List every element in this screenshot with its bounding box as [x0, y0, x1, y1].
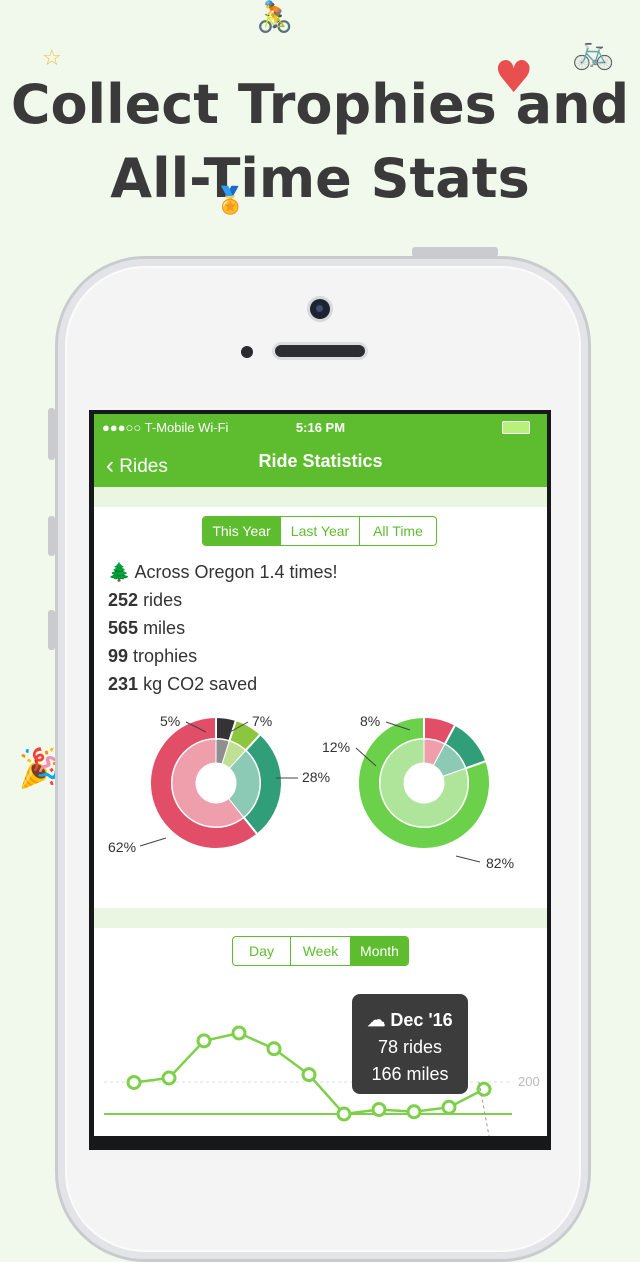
pie-hole: [404, 763, 444, 803]
miles-label: miles: [143, 618, 186, 638]
page-title: Ride Statistics: [258, 451, 383, 471]
pie-label-leader: [455, 855, 481, 863]
line-point: [266, 1041, 282, 1057]
line-point: [371, 1102, 387, 1117]
stat-headline: 🌲 Across Oregon 1.4 times!: [108, 562, 338, 583]
pie-label: 82%: [486, 855, 514, 871]
tooltip-title: Dec '16: [390, 1010, 453, 1030]
tab-month[interactable]: Month: [350, 937, 408, 965]
period-segmented-control: This Year Last Year All Time: [202, 516, 437, 546]
headline-line2: All-Time Stats: [110, 147, 530, 210]
trophies-label: trophies: [133, 646, 198, 666]
rides-label: rides: [143, 590, 183, 610]
pie-label: 5%: [160, 713, 180, 729]
co2-label: kg CO2 saved: [143, 674, 258, 694]
tab-last-year[interactable]: Last Year: [280, 517, 359, 545]
tab-this-year[interactable]: This Year: [203, 517, 280, 545]
proximity-sensor: [241, 346, 253, 358]
pie-label: 62%: [108, 839, 136, 855]
line-point: [441, 1099, 457, 1115]
volume-down-button: [48, 610, 55, 650]
battery-icon: [502, 421, 530, 434]
reference-label: 200: [518, 1074, 540, 1089]
star-icon: ☆: [42, 46, 62, 71]
bicycle-icon: 🚴: [256, 0, 294, 35]
charts-svg: 62% 28% 7% 5% 82% 12% 8%: [108, 713, 514, 871]
cloud-icon: ☁: [367, 1010, 386, 1030]
line-point: [301, 1067, 317, 1083]
line-point: [196, 1033, 212, 1049]
line-point: [406, 1104, 422, 1120]
granularity-segmented-control: Day Week Month: [232, 936, 409, 966]
stat-miles: 565 miles: [108, 618, 185, 639]
headline-line1: Collect Trophies and: [10, 73, 630, 136]
tab-day[interactable]: Day: [233, 937, 290, 965]
line-point: [336, 1106, 352, 1122]
navigation-bar: ●●●○○ T-Mobile Wi-Fi 5:16 PM ‹ Rides Rid…: [94, 414, 547, 487]
stat-co2: 231 kg CO2 saved: [108, 674, 257, 695]
tab-all-time[interactable]: All Time: [359, 517, 436, 545]
stat-trophies: 99 trophies: [108, 646, 197, 667]
stat-headline-text: Across Oregon 1.4 times!: [134, 562, 338, 582]
trophies-value: 99: [108, 646, 129, 666]
miles-value: 565: [108, 618, 139, 638]
heart-icon: ♥: [494, 52, 534, 103]
pie-label: 28%: [302, 769, 330, 785]
section-divider: [94, 908, 547, 928]
mute-switch: [48, 408, 55, 460]
co2-value: 231: [108, 674, 139, 694]
earpiece-speaker: [275, 345, 365, 357]
volume-up-button: [48, 516, 55, 556]
pie-hole: [196, 763, 236, 803]
tab-week[interactable]: Week: [290, 937, 350, 965]
line-point: [476, 1081, 492, 1097]
line-point: [231, 1025, 247, 1041]
stat-rides: 252 rides: [108, 590, 182, 611]
line-point: [161, 1070, 177, 1086]
line-point: [126, 1075, 142, 1090]
rides-value: 252: [108, 590, 139, 610]
pie-label: 8%: [360, 713, 380, 729]
tooltip-miles: 166 miles: [371, 1064, 449, 1084]
pie-label-leader: [139, 837, 167, 847]
tooltip-rides: 78 rides: [377, 1037, 443, 1057]
pie-label: 12%: [322, 739, 350, 755]
bicycle-icon: 🚲: [572, 32, 615, 72]
chart-tooltip: ☁ Dec '16 78 rides 166 miles: [352, 994, 468, 1094]
app-screen: ●●●○○ T-Mobile Wi-Fi 5:16 PM ‹ Rides Rid…: [94, 414, 547, 1136]
line-chart-svg: 200: [104, 1025, 540, 1136]
medal-icon: 🏅: [214, 186, 247, 216]
pie-label: 7%: [252, 713, 272, 729]
section-divider: [94, 487, 547, 507]
status-time: 5:16 PM: [295, 420, 346, 435]
tree-icon: 🌲: [108, 562, 131, 582]
front-camera: [310, 299, 330, 319]
